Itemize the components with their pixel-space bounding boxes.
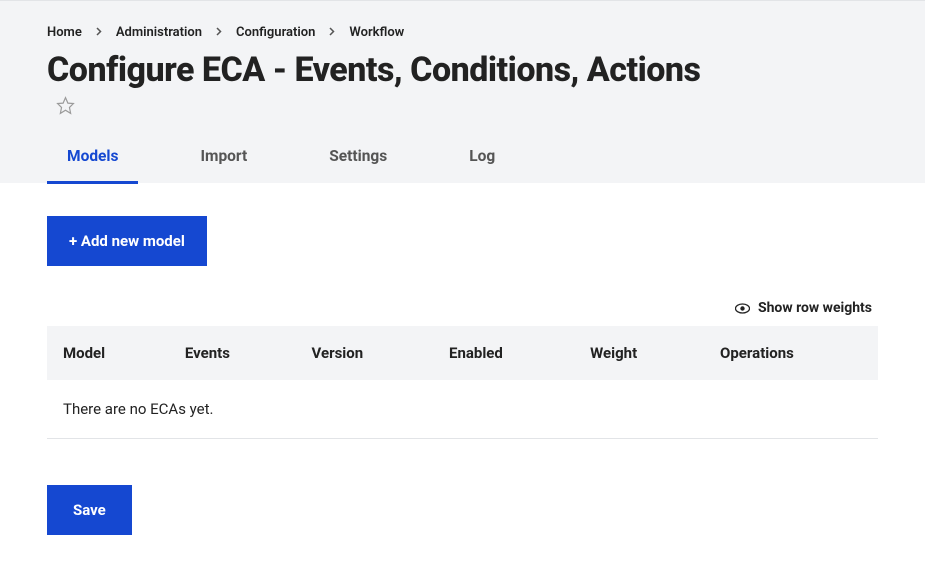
- page-title: Configure ECA - Events, Conditions, Acti…: [0, 40, 925, 90]
- add-model-button[interactable]: + Add new model: [47, 216, 207, 266]
- chevron-right-icon: [96, 26, 102, 39]
- breadcrumb-workflow[interactable]: Workflow: [349, 25, 404, 40]
- col-header-enabled: Enabled: [433, 326, 574, 380]
- eye-icon: [735, 303, 750, 314]
- tabs: Models Import Settings Log: [0, 119, 925, 183]
- breadcrumb-administration[interactable]: Administration: [116, 25, 202, 40]
- star-icon[interactable]: [56, 100, 75, 119]
- models-table: Model Events Version Enabled Weight Oper…: [47, 326, 878, 439]
- col-header-operations: Operations: [704, 326, 878, 380]
- chevron-right-icon: [329, 26, 335, 39]
- tab-log[interactable]: Log: [449, 147, 515, 184]
- breadcrumb-configuration[interactable]: Configuration: [236, 25, 315, 40]
- col-header-version: Version: [296, 326, 433, 380]
- breadcrumb-home[interactable]: Home: [47, 25, 82, 40]
- tab-models[interactable]: Models: [47, 147, 138, 184]
- breadcrumb: Home Administration Configuration Workfl…: [0, 1, 925, 40]
- col-header-events: Events: [169, 326, 296, 380]
- chevron-right-icon: [216, 26, 222, 39]
- col-header-weight: Weight: [574, 326, 704, 380]
- show-row-weights-toggle[interactable]: Show row weights: [47, 300, 878, 316]
- save-button[interactable]: Save: [47, 485, 132, 535]
- table-empty-row: There are no ECAs yet.: [47, 380, 878, 439]
- tab-settings[interactable]: Settings: [309, 147, 407, 184]
- col-header-model: Model: [47, 326, 169, 380]
- show-row-weights-label: Show row weights: [758, 300, 872, 316]
- empty-message: There are no ECAs yet.: [47, 380, 878, 439]
- tab-import[interactable]: Import: [180, 147, 267, 184]
